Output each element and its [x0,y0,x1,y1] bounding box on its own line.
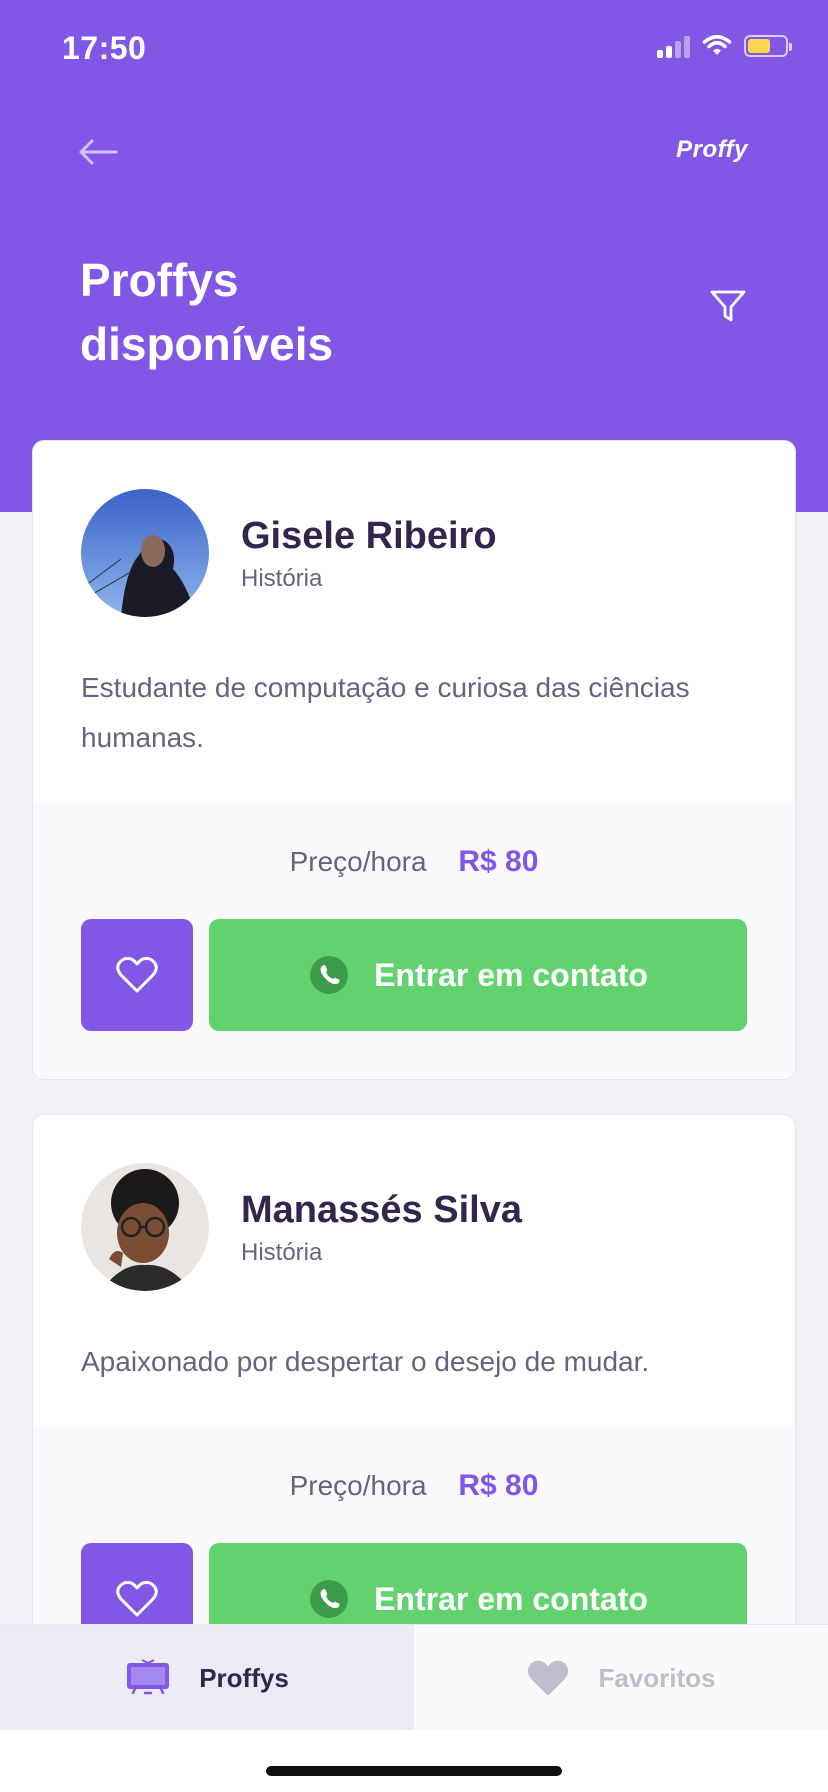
teacher-profile: Gisele Ribeiro História [81,489,747,617]
tab-proffys-label: Proffys [199,1662,289,1693]
price-value: R$ 80 [458,845,539,878]
teacher-card: Manassés Silva História Apaixonado por d… [32,1114,796,1704]
app-logo: Proffy [676,136,748,163]
status-time: 17:50 [62,30,147,66]
back-arrow-icon[interactable] [78,138,118,166]
heart-outline-icon [116,1580,158,1617]
card-footer: Preço/hora R$ 80 Entrar em contato [33,803,795,1079]
avatar [81,1163,209,1291]
page-title-line2: disponíveis [80,318,334,370]
teacher-bio: Estudante de computação e curiosa das ci… [81,672,690,753]
teacher-list: Gisele Ribeiro História Estudante de com… [32,440,796,1738]
favorite-button[interactable] [81,919,193,1031]
signal-icon [657,34,690,58]
tab-favoritos[interactable]: Favoritos [414,1625,828,1731]
price-row: Preço/hora R$ 80 [81,845,747,879]
contact-button-label: Entrar em contato [374,1580,648,1617]
wifi-icon [702,35,732,55]
teacher-bio: Apaixonado por despertar o desejo de mud… [81,1346,650,1377]
teacher-name: Manassés Silva [241,1189,522,1231]
teacher-card: Gisele Ribeiro História Estudante de com… [32,440,796,1080]
filter-icon[interactable] [708,286,748,326]
whatsapp-icon [310,1580,349,1618]
price-value: R$ 80 [458,1469,539,1502]
tab-proffys[interactable]: Proffys [0,1625,414,1731]
price-label: Preço/hora [289,1470,427,1501]
avatar [81,489,209,617]
contact-button-label: Entrar em contato [374,956,648,993]
heart-outline-icon [116,956,158,993]
status-icons [657,34,792,58]
tab-favoritos-label: Favoritos [598,1662,716,1693]
battery-icon [744,35,792,57]
whatsapp-icon [310,956,349,994]
teacher-subject: História [241,565,323,592]
home-indicator[interactable] [266,1766,562,1776]
teacher-profile: Manassés Silva História [81,1163,747,1291]
heart-icon [528,1660,569,1696]
tv-icon [127,1659,170,1695]
teacher-subject: História [241,1239,323,1266]
page-title: Proffys disponíveis [80,248,500,376]
contact-button[interactable]: Entrar em contato [209,919,747,1031]
teacher-name: Gisele Ribeiro [241,515,497,557]
tab-bar: Proffys Favoritos [0,1624,828,1731]
home-area [0,1730,828,1792]
price-row: Preço/hora R$ 80 [81,1469,747,1503]
page-title-line1: Proffys [80,254,239,306]
price-label: Preço/hora [289,846,427,877]
